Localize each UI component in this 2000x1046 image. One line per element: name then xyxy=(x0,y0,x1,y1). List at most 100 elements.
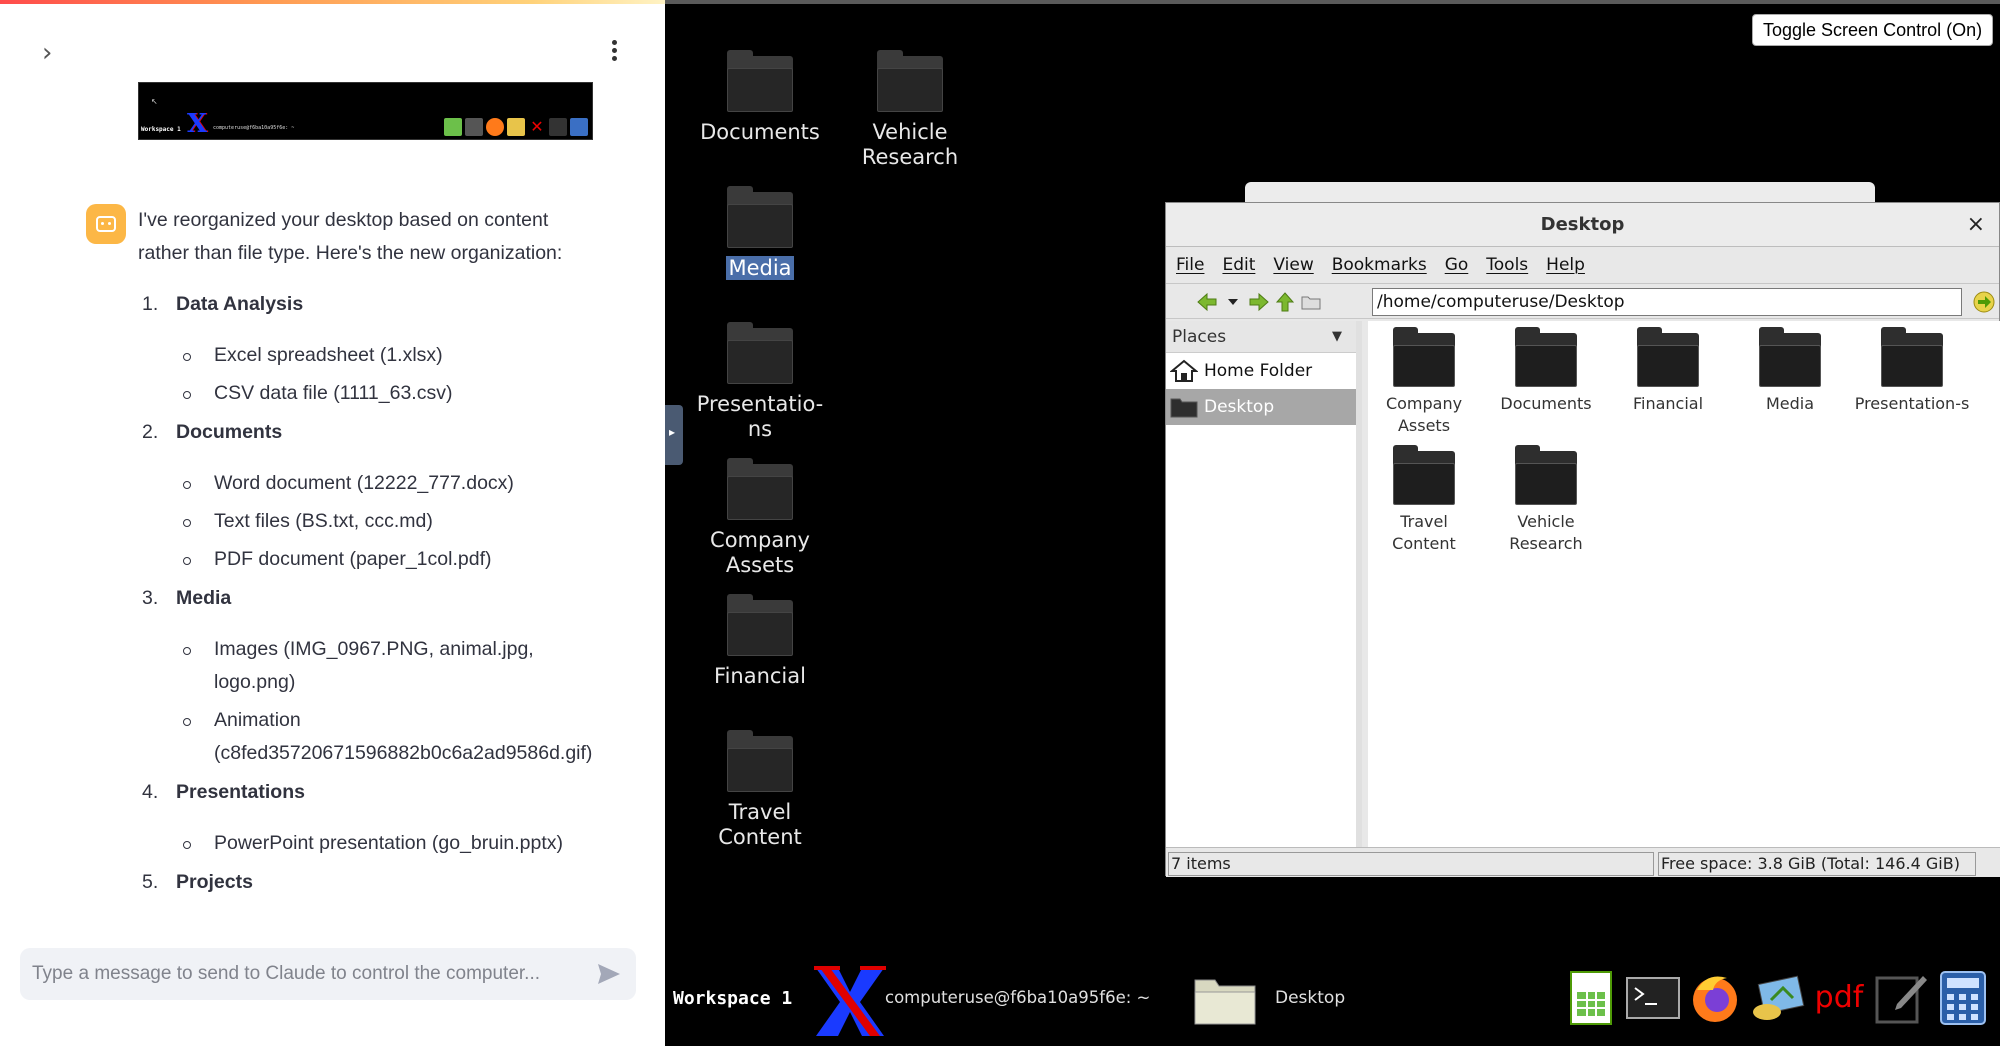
chat-panel: › ↖ Workspace 1 X computeruse@f6ba10a95f… xyxy=(0,0,665,1046)
places-sidebar: Places ▼ Home Folder Desktop xyxy=(1166,321,1362,847)
desktop-icon-vehicle-research[interactable]: Vehicle Research xyxy=(835,50,985,170)
terminal-icon[interactable] xyxy=(1625,970,1681,1026)
file-view[interactable]: Company Assets Documents Financial Media… xyxy=(1368,321,2000,847)
go-icon[interactable] xyxy=(1972,290,1996,314)
category-number: 3. xyxy=(142,587,159,609)
menu-go[interactable]: Go xyxy=(1445,255,1469,275)
menu-view[interactable]: View xyxy=(1273,255,1313,275)
image-viewer-icon[interactable] xyxy=(1749,970,1805,1026)
file-item[interactable]: Vehicle Research xyxy=(1486,439,1606,555)
file-item[interactable]: Company Assets xyxy=(1364,321,1484,437)
taskbar-desktop-task[interactable]: Desktop xyxy=(1185,968,1355,1028)
file-entry: Animation (c8fed35720671596882b0c6a2ad95… xyxy=(176,704,606,770)
thumbnail-cursor-icon: ↖ xyxy=(151,97,158,106)
menu-help[interactable]: Help xyxy=(1546,255,1585,275)
desktop-icon-media[interactable]: Media xyxy=(685,186,835,281)
menu-bar: File Edit View Bookmarks Go Tools Help xyxy=(1166,247,1999,283)
folder-icon xyxy=(1515,445,1577,505)
category-item: 1. Data Analysis Excel spreadsheet (1.xl… xyxy=(138,288,638,410)
status-item-count: 7 items xyxy=(1168,852,1654,876)
place-desktop[interactable]: Desktop xyxy=(1166,389,1356,425)
folder-icon xyxy=(877,50,943,112)
desktop-icon-documents[interactable]: Documents xyxy=(685,50,835,145)
category-number: 1. xyxy=(142,293,159,315)
category-files: Word document (12222_777.docx) Text file… xyxy=(176,467,638,576)
folder-icon xyxy=(1515,327,1577,387)
terminal-task-label[interactable]: computeruse@f6ba10a95f6e: ~ xyxy=(885,988,1150,1007)
thumbnail-firefox-icon xyxy=(486,118,504,136)
menu-bookmarks[interactable]: Bookmarks xyxy=(1332,255,1427,275)
history-dropdown-icon[interactable] xyxy=(1222,291,1244,313)
file-item[interactable]: Travel Content xyxy=(1364,439,1484,555)
toggle-screen-control-button[interactable]: Toggle Screen Control (On) xyxy=(1752,14,1994,46)
thumbnail-workspace-label: Workspace 1 xyxy=(141,126,181,133)
remote-desktop[interactable]: Toggle Screen Control (On) Documents Veh… xyxy=(665,0,2000,1046)
status-bar: 7 items Free space: 3.8 GiB (Total: 146.… xyxy=(1166,847,2000,877)
taskbar: Workspace 1 computeruse@f6ba10a95f6e: ~ … xyxy=(665,958,2000,1046)
expand-sidebar-chevron-icon[interactable]: › xyxy=(42,40,66,66)
folder-icon xyxy=(727,730,793,792)
location-input[interactable] xyxy=(1372,288,1962,316)
background-window-edge xyxy=(1245,182,1875,204)
file-item-label: Vehicle Research xyxy=(1509,512,1583,553)
firefox-icon[interactable] xyxy=(1687,970,1743,1026)
menu-edit[interactable]: Edit xyxy=(1222,255,1255,275)
menu-tools[interactable]: Tools xyxy=(1486,255,1528,275)
desktop-icon-label: Presentatio-ns xyxy=(696,392,824,441)
file-item[interactable]: Media xyxy=(1730,321,1850,415)
file-manager-window: Desktop × File Edit View Bookmarks Go To… xyxy=(1165,202,2000,877)
place-home-folder[interactable]: Home Folder xyxy=(1166,353,1356,389)
place-label: Home Folder xyxy=(1204,361,1313,381)
send-icon[interactable] xyxy=(596,962,622,986)
file-item[interactable]: Documents xyxy=(1486,321,1606,415)
calculator-icon[interactable] xyxy=(1935,970,1991,1026)
window-titlebar[interactable]: Desktop × xyxy=(1166,203,1999,247)
desktop-icon-financial[interactable]: Financial xyxy=(685,594,835,689)
forward-arrow-icon[interactable] xyxy=(1248,291,1270,313)
file-entry: PowerPoint presentation (go_bruin.pptx) xyxy=(176,827,606,860)
desktop-icon-company-assets[interactable]: Company Assets xyxy=(685,458,835,578)
desktop-icon-travel-content[interactable]: Travel Content xyxy=(685,730,835,850)
chevron-down-icon[interactable]: ▼ xyxy=(1332,329,1342,344)
top-gradient-bar xyxy=(0,0,665,4)
menu-file[interactable]: File xyxy=(1176,255,1204,275)
file-entry: Word document (12222_777.docx) xyxy=(176,467,606,500)
back-arrow-icon[interactable] xyxy=(1196,291,1218,313)
folder-icon xyxy=(727,594,793,656)
places-header[interactable]: Places ▼ xyxy=(1166,321,1356,353)
chat-input[interactable] xyxy=(32,948,572,1000)
more-options-icon[interactable] xyxy=(606,38,622,64)
file-item[interactable]: Presentation-s xyxy=(1852,321,1972,415)
workspace-label[interactable]: Workspace 1 xyxy=(673,988,792,1009)
close-icon[interactable]: × xyxy=(1967,212,1985,237)
category-files: Images (IMG_0967.PNG, animal.jpg, logo.p… xyxy=(176,633,638,770)
sidebar-drag-handle[interactable] xyxy=(665,405,683,465)
category-name: Presentations xyxy=(176,781,305,803)
category-name: Projects xyxy=(176,871,253,893)
chat-input-container xyxy=(20,948,636,1000)
toolbar xyxy=(1166,283,1999,319)
assistant-message: I've reorganized your desktop based on c… xyxy=(138,204,638,917)
up-arrow-icon[interactable] xyxy=(1274,291,1296,313)
x-logo-icon xyxy=(814,966,886,1036)
folder-icon xyxy=(1759,327,1821,387)
thumbnail-spreadsheet-icon xyxy=(444,118,462,136)
file-item[interactable]: Financial xyxy=(1608,321,1728,415)
category-list: 1. Data Analysis Excel spreadsheet (1.xl… xyxy=(138,288,638,899)
desktop-icon-presentations[interactable]: Presentatio-ns xyxy=(685,322,835,442)
screenshot-thumbnail[interactable]: ↖ Workspace 1 X computeruse@f6ba10a95f6e… xyxy=(138,82,593,140)
taskbar-desktop-label: Desktop xyxy=(1275,988,1346,1008)
folder-icon xyxy=(1637,327,1699,387)
file-entry: Excel spreadsheet (1.xlsx) xyxy=(176,339,606,372)
category-files: Excel spreadsheet (1.xlsx) CSV data file… xyxy=(176,339,638,410)
location-folder-icon xyxy=(1301,296,1321,310)
thumbnail-calculator-icon xyxy=(570,118,588,136)
thumbnail-pdf-icon: ✕ xyxy=(528,118,546,136)
text-editor-icon[interactable] xyxy=(1873,970,1929,1026)
category-number: 5. xyxy=(142,871,159,893)
places-header-label: Places xyxy=(1172,326,1227,347)
file-item-label: Presentation-s xyxy=(1854,394,1970,413)
desktop-icon-label: Media xyxy=(726,256,794,280)
pdf-viewer-icon[interactable]: pdf xyxy=(1811,970,1867,1026)
spreadsheet-icon[interactable] xyxy=(1563,970,1619,1026)
